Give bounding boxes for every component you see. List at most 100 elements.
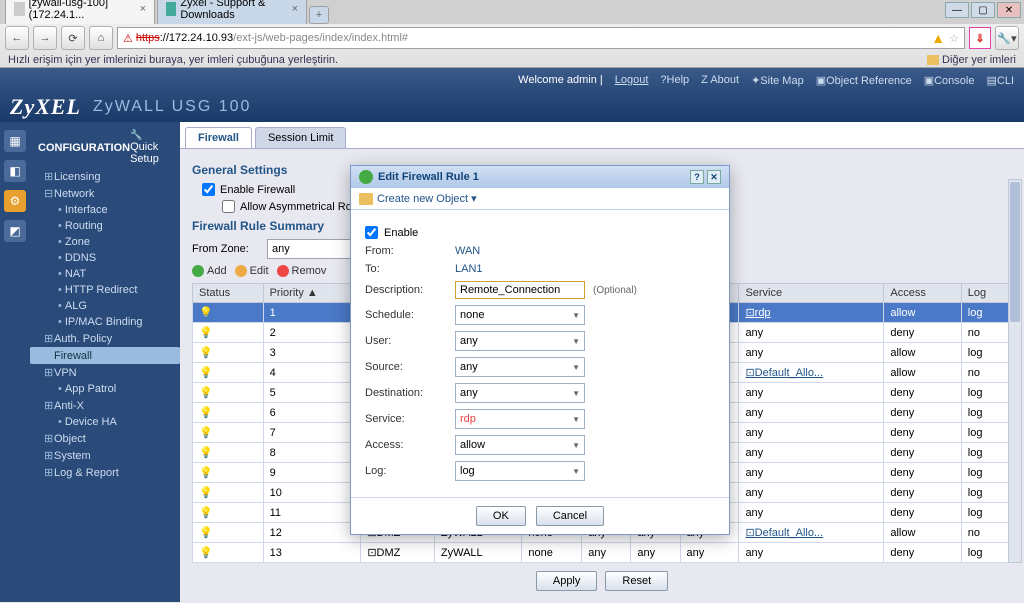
sidebar-item[interactable]: DDNS [30,250,180,266]
grid-column-header[interactable]: Service [739,284,884,303]
enable-firewall-checkbox[interactable] [202,183,215,196]
window-max-button[interactable]: ▢ [971,2,995,18]
sidebar-item[interactable]: ⊞Firewall [30,347,180,364]
sidebar-item[interactable]: NAT [30,266,180,282]
sidebar-item[interactable]: ⊞VPN [30,364,180,381]
edit-button[interactable]: Edit [235,265,269,277]
enable-checkbox[interactable] [365,226,378,239]
sched-value: none [460,309,484,321]
scrollbar-thumb[interactable] [1010,182,1020,322]
tab-close-icon[interactable]: × [292,3,298,15]
iconbar-dashboard[interactable]: ▦ [4,130,26,152]
table-cell: 9 [263,463,361,483]
nav-forward-button[interactable]: → [33,26,57,50]
sidebar-item[interactable]: ⊞Licensing [30,168,180,185]
cancel-button[interactable]: Cancel [536,506,604,526]
about-link[interactable]: Z About [701,74,739,86]
add-label: Add [207,265,227,277]
desc-input[interactable] [455,281,585,299]
table-cell: log [961,463,1011,483]
bookmark-star-icon[interactable]: ☆ [949,32,959,45]
sidebar-item[interactable]: App Patrol [30,381,180,397]
nav-reload-button[interactable]: ⟳ [61,26,85,50]
sidebar-item[interactable]: ⊞Anti-X [30,397,180,414]
toolbar-menu-button[interactable]: 🔧▾ [995,26,1019,50]
url-input[interactable]: ⚠ https ://172.24.10.93 /ext-js/web-page… [117,27,965,49]
dialog-titlebar[interactable]: Edit Firewall Rule 1 ? ✕ [351,166,729,188]
grid-column-header[interactable]: Access [884,284,961,303]
create-object-button[interactable]: Create new Object ▾ [351,188,729,210]
dialog-help-button[interactable]: ? [690,170,704,184]
remove-button[interactable]: Remov [277,265,327,277]
from-label: From: [365,245,455,257]
sidebar-item[interactable]: ALG [30,298,180,314]
user-combo[interactable]: any [455,331,585,351]
sitemap-link[interactable]: ✦Site Map [751,74,804,87]
table-cell: log [961,443,1011,463]
table-row[interactable]: 💡13⊡DMZZyWALLnoneanyanyanyanydenylog [193,543,1012,563]
tab-session-limit[interactable]: Session Limit [255,127,346,148]
other-bookmarks-button[interactable]: Diğer yer imleri [927,54,1016,66]
iconbar-monitor[interactable]: ◧ [4,160,26,182]
iconbar-maintain[interactable]: ◩ [4,220,26,242]
expand-icon: ⊞ [44,399,54,412]
grid-column-header[interactable]: Status [193,284,264,303]
logout-link[interactable]: Logout [615,74,649,86]
cli-link[interactable]: ▤CLI [986,74,1014,87]
tab-close-icon[interactable]: × [140,3,146,15]
table-cell: 💡 [193,323,264,343]
dst-label: Destination: [365,387,455,399]
add-button[interactable]: Add [192,265,227,277]
nav-back-button[interactable]: ← [5,26,29,50]
acc-combo[interactable]: allow [455,435,585,455]
table-cell: 💡 [193,403,264,423]
browser-tabbar: [zywall-usg-100] (172.24.1... × Zyxel - … [0,0,1024,24]
extension-button[interactable]: ⇓ [969,27,991,49]
nav-home-button[interactable]: ⌂ [89,26,113,50]
ok-button[interactable]: OK [476,506,526,526]
objref-link[interactable]: ▣Object Reference [816,74,912,87]
dst-combo[interactable]: any [455,383,585,403]
sidebar-item[interactable]: Device HA [30,414,180,430]
table-cell: deny [884,463,961,483]
window-close-button[interactable]: ✕ [997,2,1021,18]
iconbar-config[interactable]: ⚙ [4,190,26,212]
sidebar-item[interactable]: IP/MAC Binding [30,314,180,330]
quick-setup-link[interactable]: 🔧 Quick Setup [130,130,172,165]
window-min-button[interactable]: — [945,2,969,18]
reset-button[interactable]: Reset [605,571,668,591]
table-cell: log [961,403,1011,423]
help-link[interactable]: ?Help [660,74,689,86]
dialog-close-button[interactable]: ✕ [707,170,721,184]
sidebar-item[interactable]: HTTP Redirect [30,282,180,298]
sidebar-item-label: App Patrol [65,383,116,395]
model-label: ZyWALL USG 100 [93,98,251,116]
svc-combo[interactable]: rdp [455,409,585,429]
table-cell: ZyWALL [434,543,522,563]
sidebar-item[interactable]: Zone [30,234,180,250]
sched-combo[interactable]: none [455,305,585,325]
log-combo[interactable]: log [455,461,585,481]
sidebar-item[interactable]: ⊞System [30,447,180,464]
grid-column-header[interactable]: Log [961,284,1011,303]
sidebar-item[interactable]: ⊟Network [30,185,180,202]
apply-button[interactable]: Apply [536,571,598,591]
vertical-scrollbar[interactable] [1008,179,1022,563]
src-combo[interactable]: any [455,357,585,377]
sidebar-item[interactable]: Interface [30,202,180,218]
sidebar-item[interactable]: ⊞Auth. Policy [30,330,180,347]
table-cell: deny [884,423,961,443]
allow-asym-checkbox[interactable] [222,200,235,213]
sidebar-item[interactable]: ⊞Log & Report [30,464,180,481]
browser-tab-active[interactable]: [zywall-usg-100] (172.24.1... × [5,0,155,24]
to-value: LAN1 [455,263,715,275]
brand-logo: ZyXEL [10,94,81,120]
grid-column-header[interactable]: Priority ▲ [263,284,361,303]
new-tab-button[interactable]: + [309,6,329,24]
sidebar-item-label: Licensing [54,171,100,183]
sidebar-item[interactable]: ⊞Object [30,430,180,447]
tab-firewall[interactable]: Firewall [185,127,252,148]
console-link[interactable]: ▣Console [924,74,975,87]
sidebar-item[interactable]: Routing [30,218,180,234]
browser-tab-inactive[interactable]: Zyxel - Support & Downloads × [157,0,307,24]
